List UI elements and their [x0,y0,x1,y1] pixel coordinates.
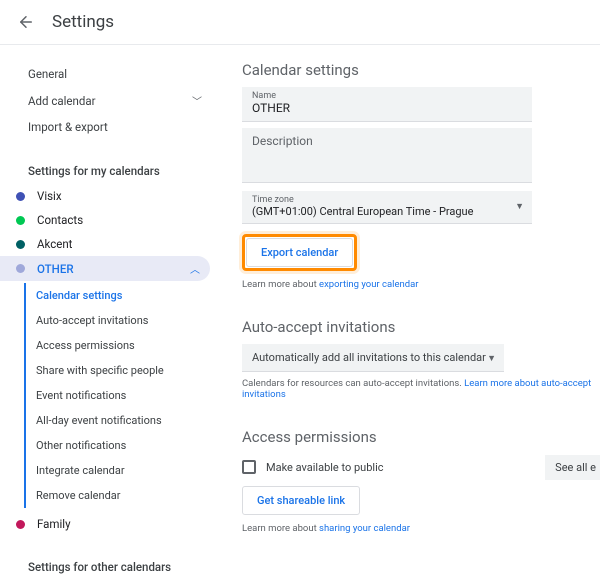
calendar-color-dot [16,216,25,225]
auto-accept-hint: Calendars for resources can auto-accept … [242,378,600,400]
calendar-color-dot [16,520,25,529]
back-arrow-icon[interactable] [16,12,36,32]
subnav-remove-calendar[interactable]: Remove calendar [26,483,218,508]
name-field[interactable]: Name OTHER [242,87,532,122]
sidebar-item-label: Import & export [28,120,108,134]
section-title-calendar-settings: Calendar settings [242,61,600,79]
name-field-value: OTHER [252,101,522,115]
chevron-up-icon: ︿ [190,261,200,276]
page-title: Settings [52,12,114,32]
subnav-other-notifications[interactable]: Other notifications [26,433,218,458]
calendar-name: OTHER [37,262,74,276]
sidebar: General Add calendar ﹀ Import & export S… [0,45,218,579]
export-hint-link[interactable]: exporting your calendar [319,279,418,290]
public-label: Make available to public [266,461,384,474]
sidebar-item-add-calendar[interactable]: Add calendar ﹀ [28,87,202,114]
subnav-calendar-settings[interactable]: Calendar settings [26,283,218,308]
calendar-subnav: Calendar settings Auto-accept invitation… [24,283,218,508]
timezone-select[interactable]: Time zone (GMT+01:00) Central European T… [242,191,532,224]
description-field[interactable]: Description [242,128,532,183]
see-all-events-dropdown[interactable]: See all e [545,455,600,480]
sidebar-calendar-contacts[interactable]: Contacts [0,208,210,232]
calendar-color-dot [16,240,25,249]
get-shareable-link-button[interactable]: Get shareable link [242,486,360,515]
subnav-allday-notifications[interactable]: All-day event notifications [26,408,218,433]
description-field-label: Description [252,134,313,148]
sidebar-item-label: Add calendar [28,94,95,108]
subnav-integrate-calendar[interactable]: Integrate calendar [26,458,218,483]
sidebar-calendar-visix[interactable]: Visix [0,184,210,208]
main-panel: Calendar settings Name OTHER Description… [218,45,600,579]
sidebar-item-label: General [28,67,67,81]
dropdown-caret-icon: ▼ [487,353,496,364]
calendar-name: Akcent [37,237,72,251]
section-title-auto-accept: Auto-accept invitations [242,318,600,336]
dropdown-caret-icon: ▼ [515,201,524,212]
chevron-down-icon: ﹀ [192,93,202,108]
subnav-auto-accept[interactable]: Auto-accept invitations [26,308,218,333]
section-title-access-permissions: Access permissions [242,428,600,446]
timezone-label: Time zone [252,195,522,205]
sidebar-calendar-other[interactable]: OTHER ︿ [0,256,210,281]
sidebar-heading-my-calendars: Settings for my calendars [28,154,202,184]
subnav-access-permissions[interactable]: Access permissions [26,333,218,358]
sidebar-item-general[interactable]: General [28,61,202,87]
calendar-color-dot [16,264,25,273]
sidebar-heading-other-calendars: Settings for other calendars [28,550,202,579]
timezone-value: (GMT+01:00) Central European Time - Prag… [252,205,522,218]
public-checkbox[interactable] [242,460,256,474]
calendar-name: Visix [37,189,62,203]
subnav-event-notifications[interactable]: Event notifications [26,383,218,408]
sidebar-calendar-akcent[interactable]: Akcent [0,232,210,256]
subnav-share-specific[interactable]: Share with specific people [26,358,218,383]
name-field-label: Name [252,91,522,101]
calendar-color-dot [16,192,25,201]
sidebar-item-import-export[interactable]: Import & export [28,114,202,140]
calendar-name: Contacts [37,213,83,227]
auto-accept-select[interactable]: Automatically add all invitations to thi… [242,344,504,372]
share-hint-link[interactable]: sharing your calendar [319,523,410,534]
calendar-name: Family [37,517,71,531]
export-highlight: Export calendar [242,234,357,271]
auto-accept-value: Automatically add all invitations to thi… [252,351,486,364]
sidebar-calendar-family[interactable]: Family [0,512,210,536]
export-calendar-button[interactable]: Export calendar [246,238,353,267]
export-hint: Learn more about exporting your calendar [242,279,600,290]
share-hint: Learn more about sharing your calendar [242,523,600,534]
